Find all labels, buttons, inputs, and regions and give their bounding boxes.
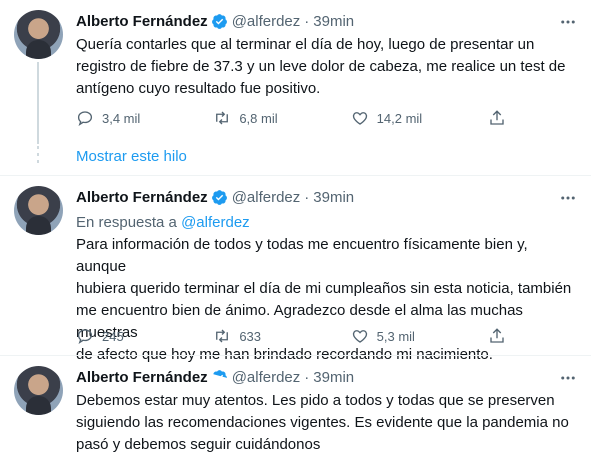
tweet-text: Quería contarles que al terminar el día … [76,36,566,97]
more-options-icon[interactable] [559,189,577,207]
verified-badge-icon [211,189,227,205]
reply-context-label: En respuesta a [76,214,182,231]
tweet-header: Alberto Fernández @alferdez · 39min [76,187,354,207]
retweet-count: 633 [239,328,262,344]
tweet-text: Debemos estar muy atentos. Les pido a to… [76,392,569,453]
share-button[interactable] [488,327,506,345]
reply-context: En respuesta a @alferdez [76,214,250,231]
tweet-3[interactable]: Alberto Fernández @alferdez · 39min Debe… [0,356,591,462]
share-icon [490,110,504,125]
separator-dot: · [304,188,310,206]
timestamp[interactable]: 39min [313,189,354,206]
timestamp[interactable]: 39min [313,13,354,30]
verified-badge-icon [213,369,227,380]
retweet-button[interactable]: 633 [213,327,293,345]
like-icon [352,330,367,343]
tweet-2[interactable]: Alberto Fernández @alferdez · 39min En r… [0,176,591,363]
author-handle[interactable]: @alferdez [232,189,301,206]
verified-badge-icon [211,13,227,29]
like-button[interactable]: 5,3 mil [351,327,431,345]
tweet-actions: 3,4 mil 6,8 mil 14,2 mil [76,108,506,128]
like-icon [352,112,367,125]
reply-icon [77,111,93,126]
more-options-icon[interactable] [559,369,577,387]
author-handle[interactable]: @alferdez [232,13,301,30]
avatar[interactable] [14,10,63,59]
reply-count: 3,4 mil [102,110,141,126]
like-button[interactable]: 14,2 mil [351,109,431,127]
reply-button[interactable]: 3,4 mil [76,109,156,127]
tweet-actions: 245 633 5,3 mil [76,326,506,346]
avatar[interactable] [14,366,63,415]
retweet-button[interactable]: 6,8 mil [213,109,293,127]
more-options-icon[interactable] [559,13,577,31]
share-icon [490,328,504,343]
thread-gap-dots [37,146,39,167]
like-count: 14,2 mil [376,110,423,126]
tweet-1[interactable]: Alberto Fernández @alferdez · 39min Quer… [0,0,591,146]
tweet-header: Alberto Fernández @alferdez · 39min [76,11,354,31]
reply-count: 245 [102,328,124,344]
reply-button[interactable]: 245 [76,327,156,345]
show-thread-link[interactable]: Mostrar este hilo [76,148,187,165]
like-count: 5,3 mil [376,328,415,344]
thread-connector-line [37,62,39,144]
author-handle[interactable]: @alferdez [232,369,301,386]
retweet-icon [216,111,229,125]
separator-dot: · [304,12,310,30]
tweet-header: Alberto Fernández @alferdez · 39min [76,367,354,387]
author-name[interactable]: Alberto Fernández [76,13,208,30]
timestamp[interactable]: 39min [313,369,354,386]
share-button[interactable] [488,109,506,127]
separator-dot: · [304,368,310,386]
author-name[interactable]: Alberto Fernández [76,369,208,386]
author-name[interactable]: Alberto Fernández [76,189,208,206]
avatar[interactable] [14,186,63,235]
reply-icon [77,329,93,344]
tweet-text: Para información de todos y todas me enc… [76,236,572,363]
retweet-count: 6,8 mil [239,110,278,126]
reply-context-mention[interactable]: @alferdez [181,214,250,231]
retweet-icon [216,329,229,343]
